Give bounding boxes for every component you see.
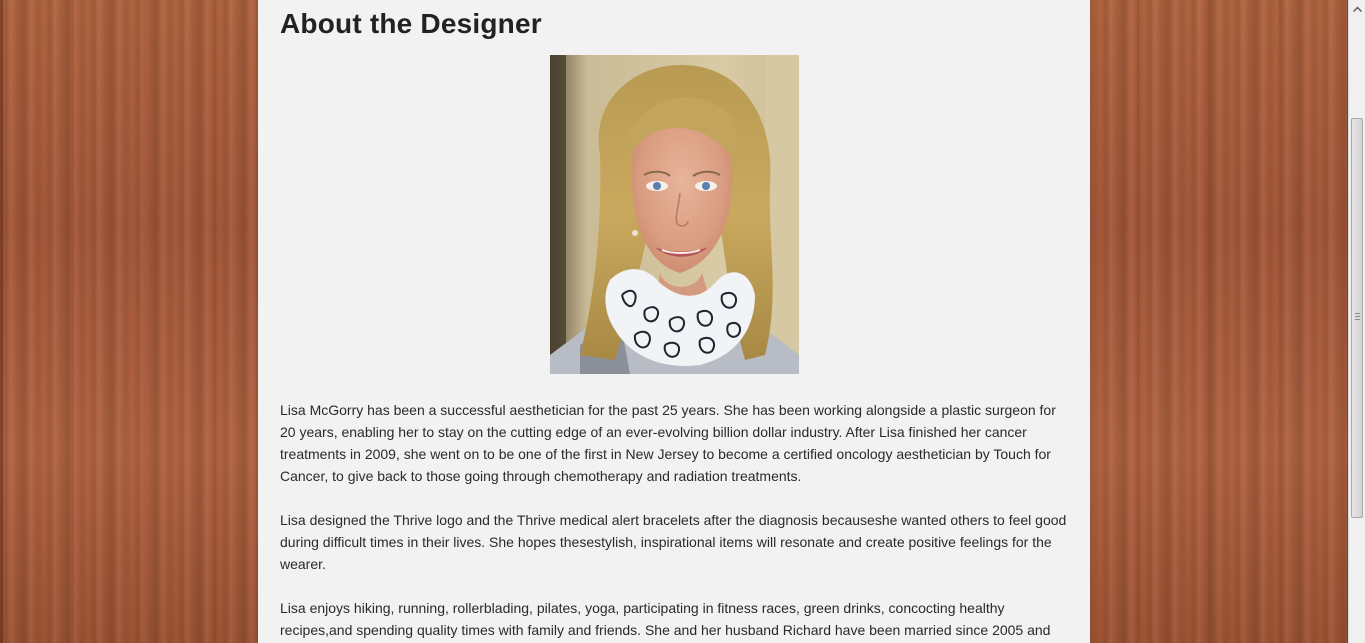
about-designer-panel: About the Designer Lisa McGorry has been…	[258, 0, 1090, 643]
bio-paragraph-hobbies: Lisa enjoys hiking, running, rollerbladi…	[280, 600, 1051, 638]
grip-icon	[1355, 313, 1360, 321]
chevron-up-icon	[1352, 5, 1362, 12]
scrollbar-thumb[interactable]	[1351, 118, 1363, 518]
bio-paragraph-career: Lisa McGorry has been a successful aesth…	[280, 402, 1056, 484]
vertical-scrollbar[interactable]	[1348, 0, 1365, 643]
designer-portrait	[550, 55, 799, 374]
wood-background-left-edge	[0, 0, 3, 643]
page-title: About the Designer	[280, 8, 542, 39]
bio-paragraph-thrive: Lisa designed the Thrive logo and the Th…	[280, 512, 1067, 572]
scroll-up-button[interactable]	[1349, 0, 1365, 17]
